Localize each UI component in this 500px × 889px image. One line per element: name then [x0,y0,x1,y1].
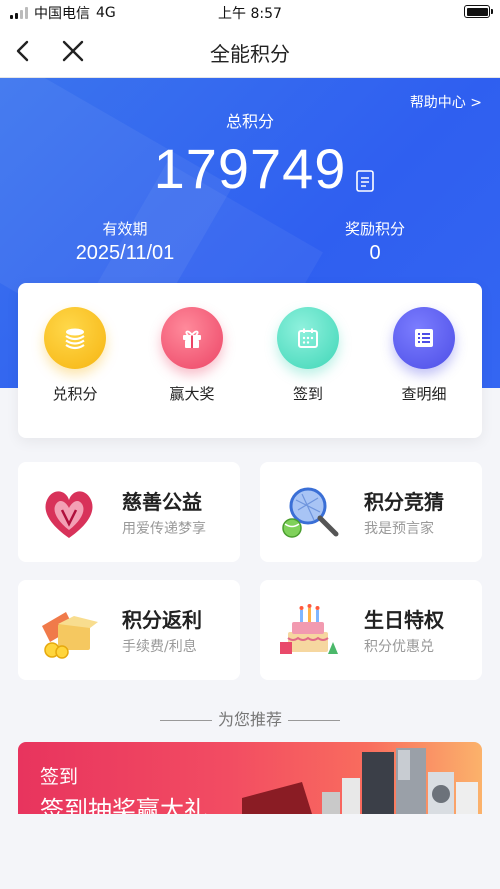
feature-subtitle: 积分优惠兑 [364,639,434,655]
action-label: 签到 [292,385,323,403]
status-time: 上午 8:57 [218,6,282,22]
tennis-racket-icon [278,480,344,546]
total-points-label: 总积分 [225,112,274,131]
expiry-date: 2025/11/01 [75,242,175,264]
close-button[interactable] [58,36,88,66]
banner-subtitle: 签到抽奖赢大礼 [40,796,208,814]
check-in-banner[interactable]: 签到 签到抽奖赢大礼 [18,742,482,814]
status-bar: 中国电信 4G 上午 8:57 [0,0,500,24]
total-points-value: 179749 [153,137,347,200]
calendar-icon [277,307,339,369]
bonus-points-label: 奖励积分 [344,220,405,238]
action-redeem-points[interactable]: 兑积分 [25,307,125,404]
feature-charity[interactable]: 慈善公益 用爱传递梦享 [18,462,240,562]
coins-icon [44,307,106,369]
feature-title: 积分返利 [122,608,202,632]
feature-subtitle: 用爱传递梦享 [122,521,206,537]
action-label: 兑积分 [52,385,98,403]
action-label: 查明细 [401,385,447,403]
close-icon [62,40,84,62]
divider [288,720,340,721]
list-icon [393,307,455,369]
feature-title: 慈善公益 [122,490,202,514]
feature-subtitle: 手续费/利息 [122,639,197,655]
expiry-label: 有效期 [102,220,148,238]
feature-subtitle: 我是预言家 [364,521,434,537]
heart-hands-icon [36,480,102,546]
action-check-in[interactable]: 签到 [258,307,358,404]
appliances-image [242,748,478,814]
gift-icon [161,307,223,369]
battery-icon [464,5,493,18]
bonus-points-value: 0 [369,242,381,264]
document-icon [356,170,374,192]
feature-points-rebate[interactable]: 积分返利 手续费/利息 [18,580,240,680]
feature-points-quiz[interactable]: 积分竞猜 我是预言家 [260,462,482,562]
points-detail-icon[interactable] [355,170,375,192]
action-win-prize[interactable]: 赢大奖 [142,307,242,404]
feature-title: 积分竞猜 [364,490,444,514]
quick-actions-card: 兑积分 赢大奖 签到 查明细 [18,283,482,438]
feature-birthday-privilege[interactable]: 生日特权 积分优惠兑 [260,580,482,680]
feature-title: 生日特权 [364,608,444,632]
divider [159,720,212,721]
banner-title: 签到 [40,766,79,788]
recommend-heading: 为您推荐 [0,706,500,730]
nav-bar: 全能积分 [0,24,500,78]
page-background [0,814,500,889]
chevron-left-icon [16,40,29,62]
money-box-icon [36,598,102,664]
recommend-title: 为您推荐 [217,710,282,729]
action-label: 赢大奖 [169,385,215,403]
back-button[interactable] [8,36,38,66]
birthday-cake-icon [278,598,344,664]
action-view-details[interactable]: 查明细 [374,307,474,404]
